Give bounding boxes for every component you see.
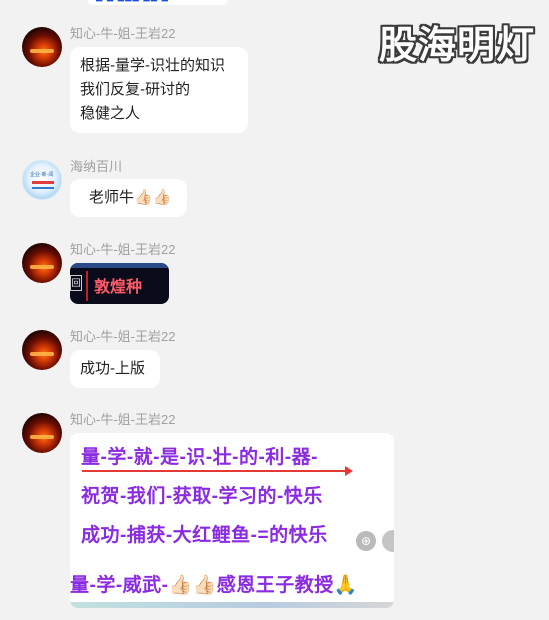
image-frame-glyph: 回 <box>70 275 82 291</box>
zoom-in-icon[interactable]: ⊕ <box>356 531 376 551</box>
message-line: 我们反复-研讨的 <box>80 81 190 98</box>
avatar[interactable] <box>22 330 62 370</box>
arrow-decoration <box>82 466 353 476</box>
message-bubble[interactable]: 成功-上版 <box>70 350 160 388</box>
image-text: 敦煌种 <box>94 279 143 296</box>
image-text-line: 祝贺-我们-获取-学习的-快乐 <box>81 486 323 507</box>
sender-name: 知心-牛-姐-王岩22 <box>70 412 176 427</box>
avatar[interactable] <box>22 243 62 283</box>
message-line: 根据-量学-识壮的知识 <box>80 57 225 74</box>
message-bubble[interactable]: 根据-量学-识壮的知识 我们反复-研讨的 稳健之人 <box>70 47 248 133</box>
watermark-logo: 股海明灯 <box>378 23 535 67</box>
sender-name: 知心-牛-姐-王岩22 <box>70 26 176 41</box>
image-message[interactable]: 量-学-就-是-识-壮-的-利-器- 祝贺-我们-获取-学习的-快乐 成功-捕获… <box>70 433 394 608</box>
image-text-line: 成功-捕获-大红鲤鱼-=的快乐 <box>81 525 328 546</box>
message-bubble[interactable]: 老师牛👍🏻👍🏻 <box>70 179 187 217</box>
image-text-line: 量-学-威武-👍🏻👍🏻感恩王子教授🙏 <box>70 575 358 596</box>
message-line: 稳健之人 <box>80 105 141 122</box>
avatar[interactable] <box>22 27 62 67</box>
avatar[interactable] <box>22 413 62 453</box>
more-icon[interactable] <box>382 530 394 552</box>
avatar[interactable]: 企业·新·闻 <box>22 160 62 200</box>
image-text-line: 量-学-就-是-识-壮-的-利-器- <box>81 447 318 468</box>
sender-name: 海纳百川 <box>70 159 123 174</box>
sender-name: 知心-牛-姐-王岩22 <box>70 329 176 344</box>
image-bottom-strip <box>70 602 394 608</box>
sender-name: 知心-牛-姐-王岩22 <box>70 242 176 257</box>
image-message[interactable]: 回 敦煌种 <box>70 263 169 304</box>
previous-message-edge: ▀ ▀ ▀▀▀ ▀▀ ▀ <box>88 0 228 5</box>
